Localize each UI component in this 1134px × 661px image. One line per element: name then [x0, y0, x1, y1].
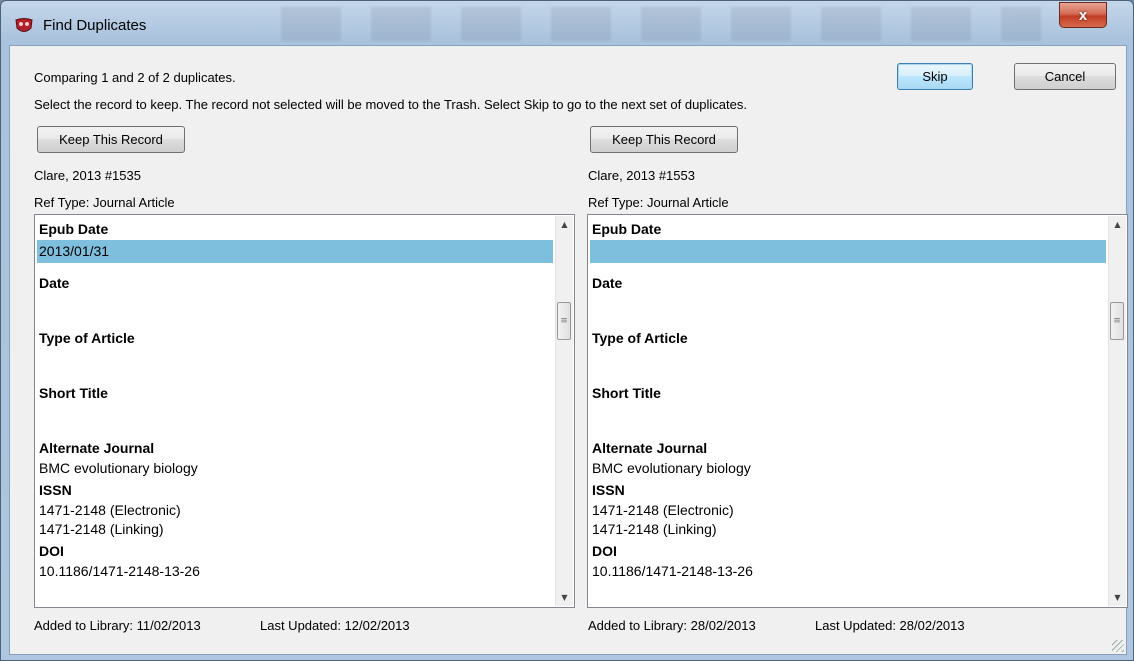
field-label: DOI: [592, 543, 617, 559]
left-scrollbar[interactable]: ▲ ≡ ▼: [555, 216, 573, 606]
keep-left-record-button[interactable]: Keep This Record: [37, 126, 185, 153]
window-title: Find Duplicates: [43, 17, 147, 34]
right-added-date: Added to Library: 28/02/2013: [588, 618, 756, 633]
field-value[interactable]: BMC evolutionary biology: [37, 459, 555, 478]
field-value[interactable]: 10.1186/1471-2148-13-26: [590, 562, 1108, 581]
field-value[interactable]: 10.1186/1471-2148-13-26: [37, 562, 555, 581]
field-value-selected[interactable]: [590, 240, 1106, 263]
field-value[interactable]: 1471-2148 (Linking): [590, 520, 1108, 539]
close-icon: x: [1078, 6, 1088, 24]
field-label: Type of Article: [39, 330, 135, 346]
field-value[interactable]: BMC evolutionary biology: [590, 459, 1108, 478]
field-label: Date: [39, 275, 70, 291]
field-label: Alternate Journal: [39, 440, 155, 456]
left-record-panel[interactable]: Epub Date 2013/01/31 Date Type of Articl…: [34, 214, 575, 608]
scroll-up-arrow-icon[interactable]: ▲: [556, 216, 573, 233]
field-value[interactable]: 1471-2148 (Electronic): [37, 501, 555, 520]
right-record-panel[interactable]: Epub Date Date Type of Article Short Tit…: [587, 214, 1128, 608]
field-value-selected[interactable]: 2013/01/31: [37, 240, 553, 263]
field-value[interactable]: [37, 349, 555, 368]
field-value[interactable]: [590, 294, 1108, 313]
left-record-id: Clare, 2013 #1535: [34, 168, 141, 183]
keep-right-record-button[interactable]: Keep This Record: [590, 126, 738, 153]
right-field-list: Epub Date Date Type of Article Short Tit…: [590, 217, 1108, 605]
field-value[interactable]: 1471-2148 (Linking): [37, 520, 555, 539]
right-ref-type: Ref Type: Journal Article: [588, 195, 729, 210]
dialog-body: Comparing 1 and 2 of 2 duplicates. Selec…: [9, 45, 1128, 655]
field-label: Alternate Journal: [592, 440, 708, 456]
endnote-app-icon: [15, 18, 33, 32]
field-value[interactable]: [37, 294, 555, 313]
field-label: ISSN: [592, 482, 625, 498]
left-ref-type: Ref Type: Journal Article: [34, 195, 175, 210]
right-updated-date: Last Updated: 28/02/2013: [815, 618, 965, 633]
instructions-text: Select the record to keep. The record no…: [34, 97, 747, 112]
resize-grip-icon[interactable]: [1112, 640, 1124, 652]
scroll-down-arrow-icon[interactable]: ▼: [1109, 589, 1126, 606]
cancel-button[interactable]: Cancel: [1014, 63, 1116, 90]
left-added-date: Added to Library: 11/02/2013: [34, 618, 201, 633]
field-label: Type of Article: [592, 330, 688, 346]
field-label: Short Title: [39, 385, 108, 401]
field-value[interactable]: 1471-2148 (Electronic): [590, 501, 1108, 520]
skip-button[interactable]: Skip: [897, 63, 973, 90]
find-duplicates-window: Find Duplicates x Comparing 1 and 2 of 2…: [0, 0, 1134, 661]
field-label: Date: [592, 275, 623, 291]
scroll-down-arrow-icon[interactable]: ▼: [556, 589, 573, 606]
field-label: Short Title: [592, 385, 661, 401]
field-label: Epub Date: [592, 221, 662, 237]
left-field-list: Epub Date 2013/01/31 Date Type of Articl…: [37, 217, 555, 605]
comparison-status: Comparing 1 and 2 of 2 duplicates.: [34, 70, 236, 85]
close-button[interactable]: x: [1059, 2, 1107, 28]
right-scrollbar[interactable]: ▲ ≡ ▼: [1108, 216, 1126, 606]
field-label: Epub Date: [39, 221, 109, 237]
field-value[interactable]: [37, 404, 555, 423]
right-record-id: Clare, 2013 #1553: [588, 168, 695, 183]
scroll-up-arrow-icon[interactable]: ▲: [1109, 216, 1126, 233]
field-label: ISSN: [39, 482, 72, 498]
left-updated-date: Last Updated: 12/02/2013: [260, 618, 410, 633]
field-value[interactable]: [590, 404, 1108, 423]
scroll-thumb[interactable]: ≡: [1110, 302, 1124, 340]
field-value[interactable]: [590, 349, 1108, 368]
field-label: DOI: [39, 543, 64, 559]
title-bar[interactable]: Find Duplicates x: [1, 1, 1133, 45]
scroll-thumb[interactable]: ≡: [557, 302, 571, 340]
blurred-background: [281, 7, 1041, 41]
